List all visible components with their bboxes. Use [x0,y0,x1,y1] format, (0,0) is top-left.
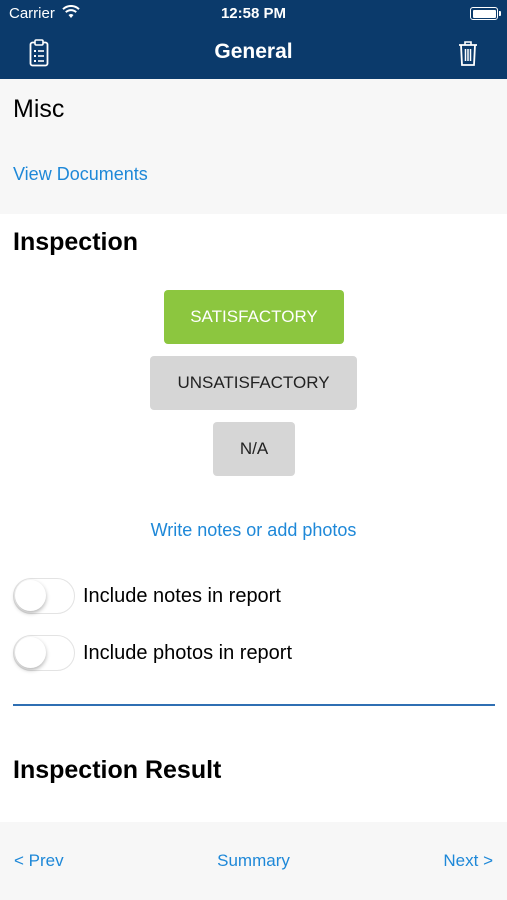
misc-section: Misc View Documents [0,79,507,214]
include-notes-toggle[interactable] [13,578,75,614]
inspection-title: Inspection [13,228,139,256]
summary-button[interactable]: Summary [0,851,507,871]
misc-title: Misc [13,95,65,123]
divider [13,704,495,706]
inspection-result-title: Inspection Result [13,756,222,784]
include-photos-label: Include photos in report [83,641,293,664]
top-bar: Carrier 12:58 PM General [0,0,507,79]
trash-icon[interactable] [453,38,483,68]
include-notes-row: Include notes in report [13,578,281,614]
battery-icon [470,7,501,20]
nav-bar: General [0,28,507,79]
status-bar: Carrier 12:58 PM [0,0,507,28]
clock: 12:58 PM [220,5,287,22]
bottom-toolbar: < Prev Summary Next > [0,822,507,900]
satisfactory-button[interactable]: SATISFACTORY [164,290,344,344]
page-title: General [214,40,293,63]
include-photos-row: Include photos in report [13,635,292,671]
view-documents-link[interactable]: View Documents [13,164,148,185]
na-button[interactable]: N/A [213,422,295,476]
toggle-knob [15,580,46,611]
write-notes-link[interactable]: Write notes or add photos [0,520,507,541]
next-button[interactable]: Next > [443,851,493,871]
include-photos-toggle[interactable] [13,635,75,671]
toggle-knob [15,637,46,668]
include-notes-label: Include notes in report [83,584,281,607]
unsatisfactory-button[interactable]: UNSATISFACTORY [150,356,357,410]
